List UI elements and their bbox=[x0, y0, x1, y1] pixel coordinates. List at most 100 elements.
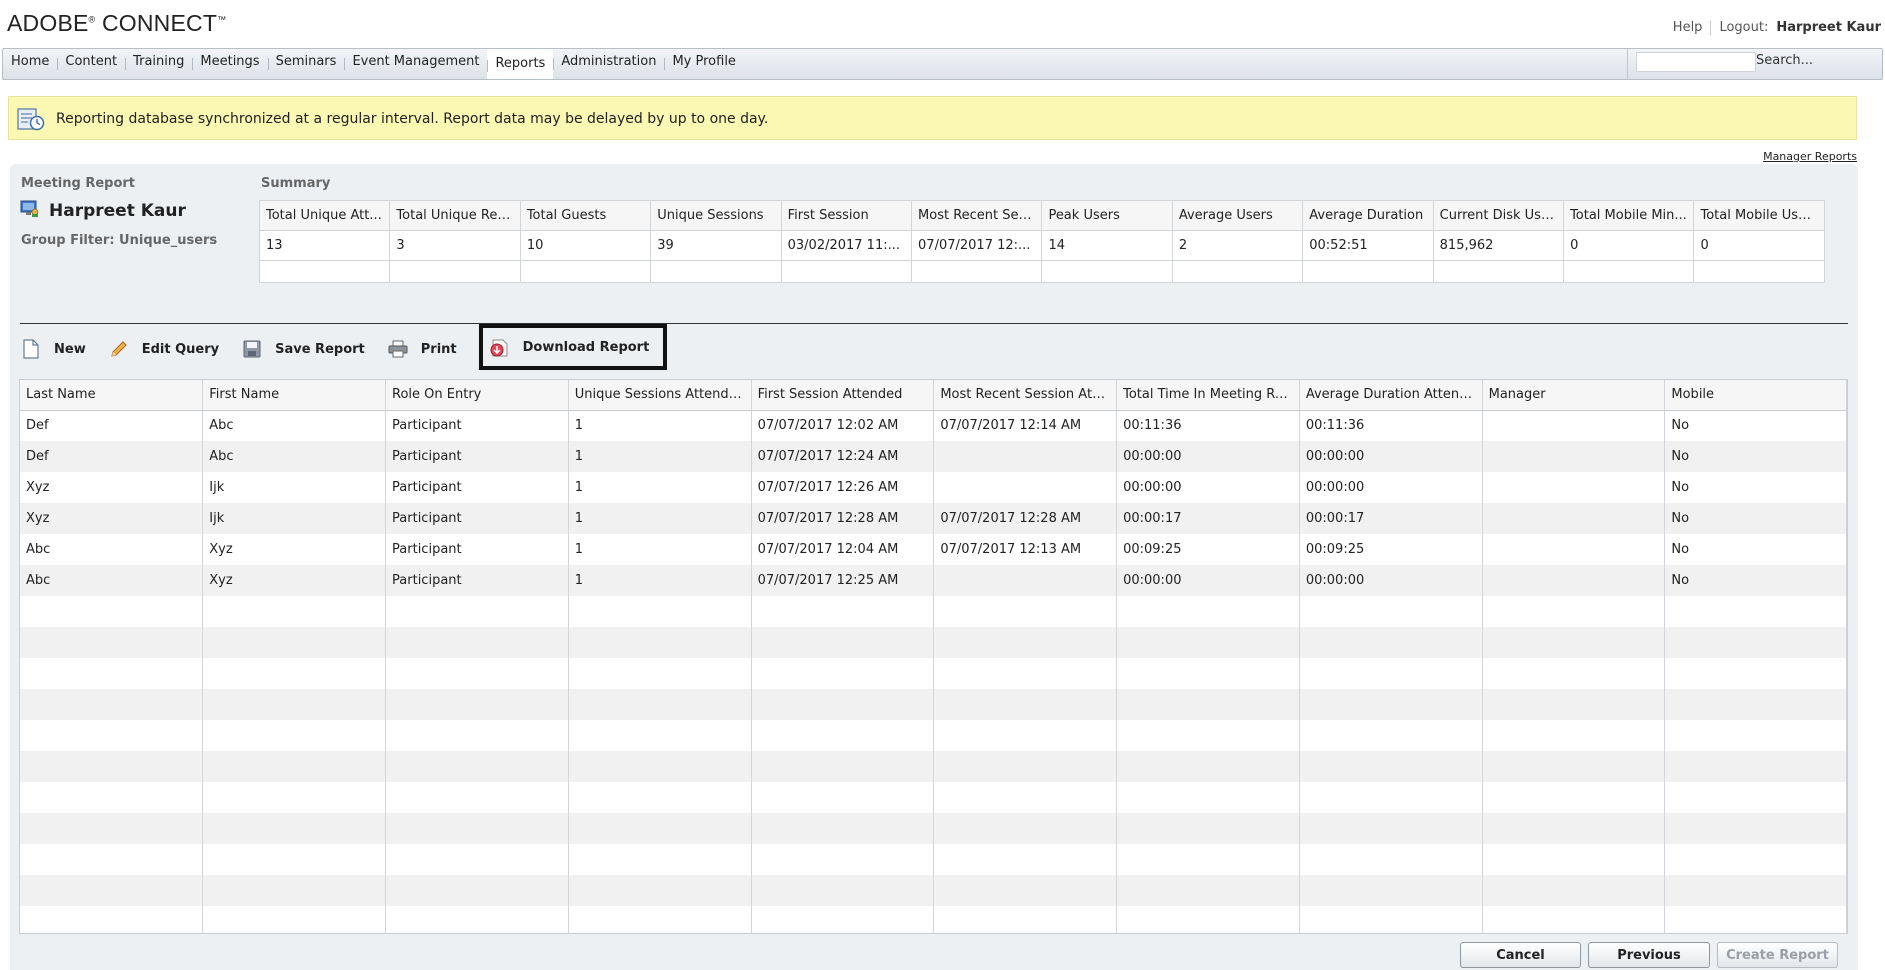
table-cell bbox=[385, 689, 569, 720]
column-header[interactable]: Manager bbox=[1482, 380, 1666, 411]
table-cell bbox=[202, 751, 387, 782]
table-cell: Xyz bbox=[20, 472, 204, 503]
table-cell: 00:00:00 bbox=[1299, 565, 1483, 596]
nav-tab-meetings[interactable]: Meetings bbox=[192, 49, 267, 79]
table-cell: No bbox=[1664, 534, 1847, 565]
table-cell bbox=[568, 751, 752, 782]
create-report-button[interactable]: Create Report bbox=[1717, 942, 1838, 968]
table-cell bbox=[1664, 906, 1847, 933]
table-cell bbox=[568, 782, 752, 813]
column-header[interactable]: Last Name bbox=[20, 380, 204, 411]
report-grid: Last Name First Name Role On Entry Unique S… bbox=[19, 379, 1848, 934]
nav-tab-home[interactable]: Home bbox=[3, 49, 57, 79]
table-cell bbox=[20, 844, 204, 875]
table-cell bbox=[933, 875, 1118, 906]
table-cell: 07/07/2017 12:25 AM bbox=[751, 565, 935, 596]
table-row[interactable]: Xyz Ijk Participant 1 07/07/2017 12:26 AM 00:… bbox=[20, 472, 1847, 503]
manager-reports-link[interactable]: Manager Reports bbox=[1763, 150, 1857, 163]
previous-button[interactable]: Previous bbox=[1588, 942, 1710, 968]
print-button[interactable]: Print bbox=[387, 330, 467, 368]
table-cell: Participant bbox=[385, 534, 569, 565]
table-row[interactable]: Def Abc Participant 1 07/07/2017 12:24 AM 00:… bbox=[20, 441, 1847, 472]
column-header[interactable]: Average Duration Attend... bbox=[1299, 380, 1483, 411]
summary-empty-cell bbox=[1041, 260, 1173, 283]
table-cell bbox=[1116, 751, 1300, 782]
nav-tab-my-profile[interactable]: My Profile bbox=[664, 49, 743, 79]
table-cell bbox=[1482, 565, 1666, 596]
nav-tab-administration[interactable]: Administration bbox=[553, 49, 664, 79]
table-cell: 00:00:17 bbox=[1116, 503, 1300, 534]
help-link[interactable]: Help bbox=[1673, 20, 1703, 35]
nav-tab-training[interactable]: Training bbox=[125, 49, 192, 79]
table-cell bbox=[1482, 534, 1666, 565]
edit-query-button[interactable]: Edit Query bbox=[108, 330, 229, 368]
table-cell bbox=[202, 906, 387, 933]
table-cell bbox=[20, 658, 204, 689]
table-row[interactable]: Abc Xyz Participant 1 07/07/2017 12:04 AM 07/… bbox=[20, 534, 1847, 565]
summary-empty-cell bbox=[1432, 260, 1565, 283]
empty-table-row bbox=[20, 751, 1847, 782]
search-input[interactable] bbox=[1636, 52, 1756, 72]
table-cell bbox=[1116, 689, 1300, 720]
report-sync-icon bbox=[17, 106, 45, 136]
new-document-icon bbox=[20, 338, 42, 360]
table-cell: Participant bbox=[385, 565, 569, 596]
table-cell bbox=[1482, 410, 1666, 441]
table-cell bbox=[1664, 720, 1847, 751]
table-cell bbox=[20, 813, 204, 844]
table-cell: Def bbox=[20, 410, 204, 441]
table-row[interactable]: Def Abc Participant 1 07/07/2017 12:02 AM 07/… bbox=[20, 410, 1847, 441]
notice-text: Reporting database synchronized at a reg… bbox=[56, 111, 769, 127]
column-header[interactable]: Mobile bbox=[1664, 380, 1847, 411]
download-report-button[interactable]: Download Report bbox=[478, 324, 668, 370]
table-cell: Abc bbox=[202, 410, 387, 441]
table-cell: 07/07/2017 12:13 AM bbox=[933, 534, 1118, 565]
nav-tabs: Home Content Training Meetings Seminars Event… bbox=[3, 49, 744, 79]
logout-link[interactable]: Logout: bbox=[1719, 20, 1768, 35]
group-filter-label: Group Filter: Unique_users bbox=[21, 233, 218, 248]
main-nav-bar: Home Content Training Meetings Seminars Event… bbox=[2, 48, 1883, 80]
nav-tab-event-management[interactable]: Event Management bbox=[344, 49, 487, 79]
link-separator bbox=[1710, 20, 1712, 35]
column-header[interactable]: First Name bbox=[202, 380, 387, 411]
empty-table-row bbox=[20, 627, 1847, 658]
table-cell bbox=[20, 627, 204, 658]
nav-tab-content[interactable]: Content bbox=[57, 49, 125, 79]
save-disk-icon bbox=[241, 338, 263, 360]
table-cell bbox=[1664, 596, 1847, 627]
table-cell: No bbox=[1664, 441, 1847, 472]
column-header[interactable]: First Session Attended bbox=[751, 380, 935, 411]
summary-value: 0 bbox=[1563, 230, 1695, 261]
table-cell bbox=[568, 658, 752, 689]
column-header[interactable]: Unique Sessions Attended bbox=[568, 380, 752, 411]
table-cell bbox=[933, 844, 1118, 875]
summary-header: Current Disk Usa... bbox=[1432, 200, 1565, 231]
save-report-button[interactable]: Save Report bbox=[241, 330, 375, 368]
table-cell bbox=[1299, 596, 1483, 627]
current-user-name: Harpreet Kaur bbox=[1776, 20, 1881, 35]
table-cell bbox=[1482, 751, 1666, 782]
column-header[interactable]: Total Time In Meeting Ro... bbox=[1116, 380, 1300, 411]
table-cell bbox=[385, 596, 569, 627]
nav-tab-seminars[interactable]: Seminars bbox=[267, 49, 345, 79]
column-header[interactable]: Most Recent Session Atte... bbox=[933, 380, 1118, 411]
column-header[interactable]: Role On Entry bbox=[385, 380, 569, 411]
table-cell bbox=[1116, 813, 1300, 844]
table-cell bbox=[568, 689, 752, 720]
empty-table-row bbox=[20, 782, 1847, 813]
table-cell bbox=[202, 720, 387, 751]
cancel-button[interactable]: Cancel bbox=[1460, 942, 1581, 968]
table-cell bbox=[1299, 751, 1483, 782]
search-button[interactable]: Search... bbox=[1756, 53, 1813, 68]
table-cell bbox=[1482, 906, 1666, 933]
table-cell bbox=[1116, 627, 1300, 658]
table-cell bbox=[20, 751, 204, 782]
table-cell: 1 bbox=[568, 503, 752, 534]
table-cell bbox=[1664, 627, 1847, 658]
nav-tab-reports[interactable]: Reports bbox=[487, 49, 554, 79]
table-row[interactable]: Abc Xyz Participant 1 07/07/2017 12:25 AM 00:… bbox=[20, 565, 1847, 596]
new-report-button[interactable]: New bbox=[20, 330, 96, 368]
table-row[interactable]: Xyz Ijk Participant 1 07/07/2017 12:28 AM 07/… bbox=[20, 503, 1847, 534]
report-owner-name: Harpreet Kaur bbox=[49, 201, 186, 221]
empty-table-row bbox=[20, 658, 1847, 689]
